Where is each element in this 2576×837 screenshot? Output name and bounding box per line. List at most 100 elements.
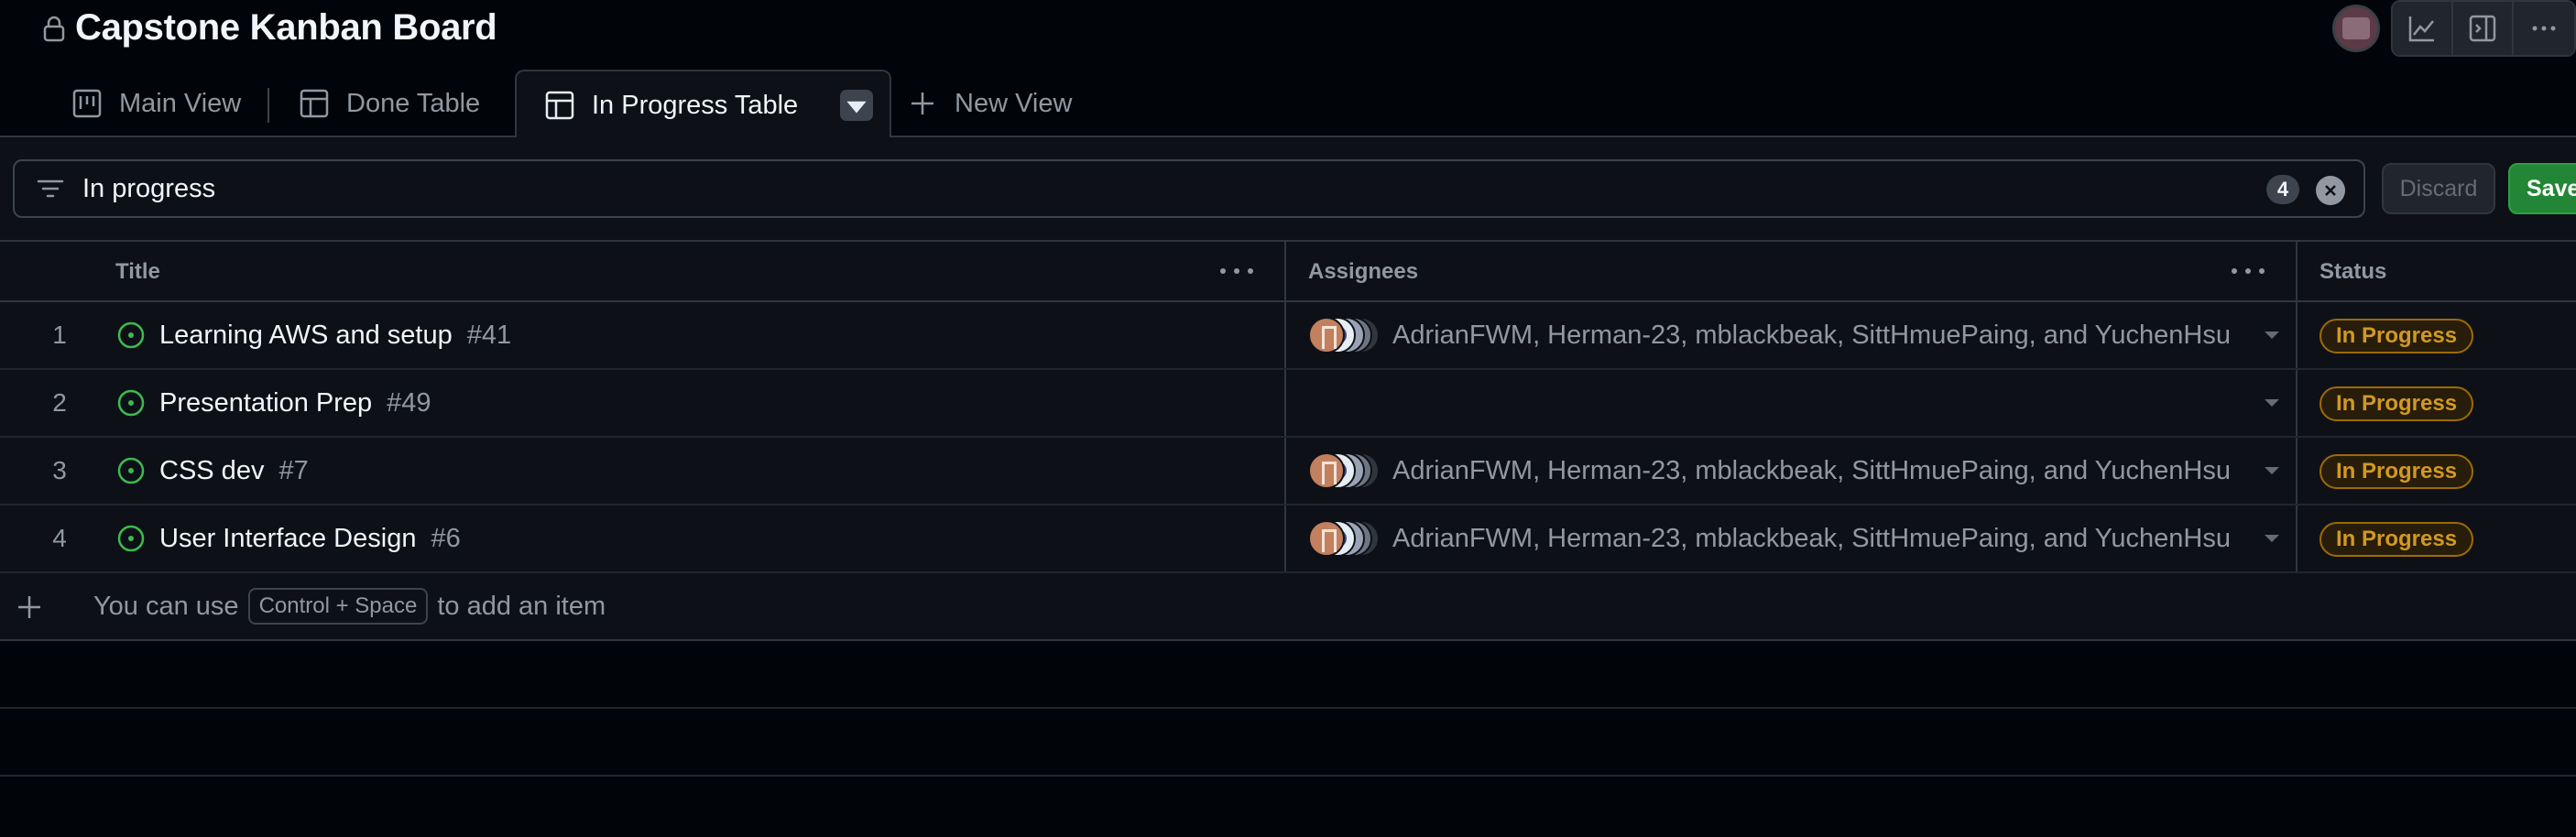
- row-number: 1: [52, 321, 67, 349]
- tab-label: Done Table: [346, 88, 481, 118]
- clear-filter-button[interactable]: [2316, 176, 2345, 205]
- avatar-stack: [1308, 317, 1380, 353]
- empty-row: [0, 709, 2576, 777]
- column-header-status[interactable]: Status: [2319, 242, 2386, 302]
- insights-icon: [2408, 16, 2434, 42]
- add-item-prefix: You can use: [93, 591, 239, 621]
- assignees-cell[interactable]: AdrianFWM, Herman-23, mblackbeak, SittHm…: [1308, 438, 2231, 504]
- project-page: Capstone Kanban Board Main View Done Tab…: [0, 0, 2576, 837]
- assignees-names: AdrianFWM, Herman-23, mblackbeak, SittHm…: [1392, 455, 2232, 485]
- issue-title-link[interactable]: Presentation Prep: [159, 388, 372, 418]
- column-divider: [1284, 505, 1286, 571]
- new-view-button[interactable]: New View: [907, 70, 1072, 137]
- side-panel-button[interactable]: [2453, 2, 2514, 55]
- status-badge[interactable]: In Progress: [2319, 386, 2474, 421]
- table-row[interactable]: 2 Presentation Prep #49 In Progress: [0, 370, 2576, 438]
- table-header: Title Assignees Status: [0, 240, 2576, 302]
- table-row[interactable]: 1 Learning AWS and setup #41 AdrianFWM, …: [0, 302, 2576, 370]
- filter-icon: [37, 179, 64, 198]
- chevron-down-icon[interactable]: [2265, 467, 2279, 474]
- chevron-down-icon: [846, 101, 867, 114]
- view-tabs: Main View Done Table In Progress Table N…: [0, 70, 2576, 139]
- assignees-cell[interactable]: AdrianFWM, Herman-23, mblackbeak, SittHm…: [1308, 505, 2231, 571]
- plus-icon[interactable]: [15, 592, 44, 622]
- avatar-stack: [1308, 452, 1380, 489]
- column-divider: [2296, 370, 2298, 436]
- assignees-column-menu-button[interactable]: [2232, 260, 2265, 282]
- side-panel-icon: [2469, 15, 2496, 42]
- result-count-badge: 4: [2266, 175, 2299, 204]
- status-badge[interactable]: In Progress: [2319, 319, 2474, 353]
- chevron-down-icon[interactable]: [2265, 535, 2279, 542]
- status-badge[interactable]: In Progress: [2319, 522, 2474, 557]
- open-issue-icon: [117, 389, 145, 417]
- tab-main-view[interactable]: Main View: [71, 70, 241, 137]
- plus-icon: [911, 92, 933, 114]
- title-area: Capstone Kanban Board: [42, 7, 497, 49]
- assignees-cell[interactable]: AdrianFWM, Herman-23, mblackbeak, SittHm…: [1308, 302, 2231, 368]
- filter-query: In progress: [82, 173, 216, 203]
- open-issue-icon: [117, 321, 145, 349]
- save-button[interactable]: Save: [2508, 163, 2576, 214]
- avatar: [1308, 520, 1345, 557]
- chevron-down-icon[interactable]: [2265, 332, 2279, 339]
- status-badge[interactable]: In Progress: [2319, 454, 2474, 489]
- issue-title-link[interactable]: CSS dev: [159, 456, 264, 486]
- tab-label: In Progress Table: [592, 90, 799, 120]
- lock-icon: [43, 16, 65, 41]
- items-table: Title Assignees Status 1 Learning AWS an…: [0, 240, 2576, 777]
- column-header-assignees[interactable]: Assignees: [1308, 242, 1418, 302]
- open-issue-icon: [117, 457, 145, 484]
- title-column-menu-button[interactable]: [1220, 260, 1253, 282]
- issue-title-cell: User Interface Design #6: [115, 505, 461, 571]
- more-options-icon: [2532, 26, 2556, 31]
- user-avatar[interactable]: [2332, 5, 2380, 52]
- assignees-names: AdrianFWM, Herman-23, mblackbeak, SittHm…: [1392, 320, 2232, 350]
- column-header-title[interactable]: Title: [115, 242, 160, 302]
- insights-button[interactable]: [2393, 2, 2453, 55]
- table-row[interactable]: 3 CSS dev #7 AdrianFWM, Herman-23, mblac…: [0, 438, 2576, 505]
- avatar: [1308, 452, 1345, 489]
- issue-number: #41: [466, 320, 512, 350]
- project-header: Capstone Kanban Board: [0, 0, 2576, 60]
- column-divider: [2296, 438, 2298, 504]
- header-actions: [2332, 0, 2576, 57]
- issue-title-link[interactable]: User Interface Design: [159, 524, 416, 554]
- add-item-suffix: to add an item: [437, 591, 606, 621]
- table-row[interactable]: 4 User Interface Design #6 AdrianFWM, He…: [0, 505, 2576, 573]
- tab-divider: [267, 88, 269, 123]
- open-issue-icon: [117, 525, 145, 552]
- add-item-row[interactable]: You can use Control + Space to add an it…: [0, 573, 2576, 641]
- column-divider: [1284, 438, 1286, 504]
- issue-title-link[interactable]: Learning AWS and setup: [159, 321, 453, 351]
- issue-number: #6: [431, 523, 461, 553]
- tab-done-table[interactable]: Done Table: [299, 70, 480, 137]
- issue-title-cell: Presentation Prep #49: [115, 370, 431, 436]
- header-button-group: [2391, 0, 2576, 57]
- view-options-dropdown[interactable]: [840, 90, 874, 121]
- tab-label: New View: [955, 88, 1073, 118]
- issue-title-cell: CSS dev #7: [115, 438, 309, 504]
- row-number: 3: [52, 456, 67, 484]
- tab-in-progress-table[interactable]: In Progress Table: [515, 70, 892, 139]
- column-divider: [1284, 302, 1286, 368]
- column-divider[interactable]: [2296, 242, 2298, 300]
- column-divider[interactable]: [1284, 242, 1286, 300]
- table-icon: [300, 89, 329, 118]
- issue-number: #49: [387, 387, 431, 418]
- table-icon: [545, 91, 574, 120]
- column-divider: [2296, 505, 2298, 571]
- empty-row: [0, 641, 2576, 709]
- row-number: 2: [52, 388, 67, 417]
- column-divider: [2296, 302, 2298, 368]
- close-icon: [2325, 185, 2336, 196]
- discard-button[interactable]: Discard: [2382, 163, 2495, 214]
- issue-title-cell: Learning AWS and setup #41: [115, 302, 511, 368]
- assignees-names: AdrianFWM, Herman-23, mblackbeak, SittHm…: [1392, 523, 2232, 553]
- more-options-button[interactable]: [2514, 2, 2574, 55]
- avatar-stack: [1308, 520, 1380, 557]
- chevron-down-icon[interactable]: [2265, 399, 2279, 407]
- filter-input[interactable]: In progress 4: [13, 159, 2365, 218]
- page-title: Capstone Kanban Board: [75, 7, 497, 48]
- board-icon: [72, 89, 102, 118]
